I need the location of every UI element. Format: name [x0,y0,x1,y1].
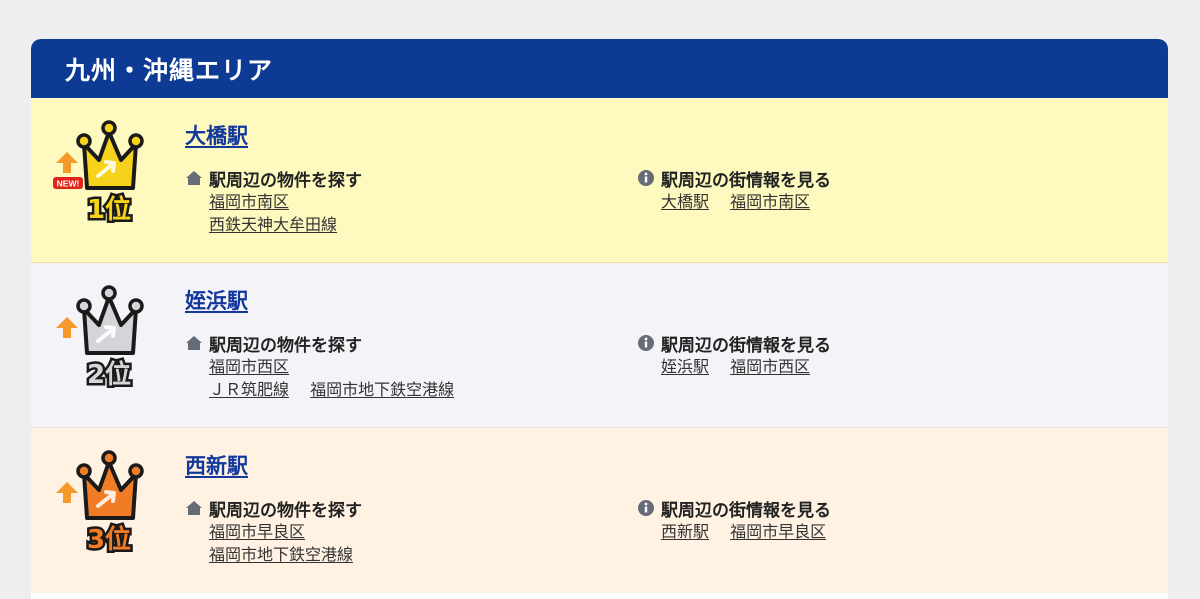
ranking-row-1: NEW! 1位 大橋駅 駅周辺の物件を探す 福岡市南区 西鉄天神大牟田線 駅周辺… [31,98,1168,263]
info-icon [637,499,655,517]
link-line: 大橋駅 福岡市南区 [661,190,831,213]
info-link-station[interactable]: 大橋駅 [661,192,709,211]
town-info-section: 駅周辺の街情報を見る 西新駅 福岡市早良区 [637,496,831,543]
search-properties-label: 駅周辺の物件を探す [209,335,362,356]
town-info-label: 駅周辺の街情報を見る [661,335,831,356]
info-link-ward[interactable]: 福岡市早良区 [730,522,826,541]
arrow-up-icon [56,482,78,503]
link-line: 西新駅 福岡市早良区 [661,520,831,543]
svg-text:NEW!: NEW! [57,179,80,189]
link-line: 福岡市早良区 [209,520,362,543]
house-icon [185,334,203,352]
property-link-fukuoka-nishi[interactable]: 福岡市西区 [209,357,289,376]
info-icon [637,169,655,187]
info-link-ward[interactable]: 福岡市南区 [730,192,810,211]
arrow-up-icon [56,152,78,173]
crown-icon [76,285,144,355]
search-properties-label: 駅周辺の物件を探す [209,500,362,521]
link-line: 福岡市西区 [209,355,454,378]
info-icon [637,334,655,352]
property-link-fukuoka-sawara[interactable]: 福岡市早良区 [209,522,305,541]
arrow-up-icon [56,317,78,338]
house-icon [185,169,203,187]
ranking-panel: 九州・沖縄エリア NEW! 1位 大橋駅 駅周辺の物件を探す 福岡市南区 西鉄天… [31,39,1168,599]
property-link-jr-chikuhi-line[interactable]: ＪＲ筑肥線 [209,380,289,399]
area-title: 九州・沖縄エリア [31,39,1168,98]
link-line: 西鉄天神大牟田線 [209,213,362,236]
crown-icon [76,450,144,520]
new-badge: NEW! [53,177,83,189]
station-link-meinohama[interactable]: 姪浜駅 [185,285,248,315]
town-info-label: 駅周辺の街情報を見る [661,500,831,521]
station-link-ohashi[interactable]: 大橋駅 [185,120,248,150]
rank-label: 2位 [87,359,131,390]
property-link-fukuoka-minami[interactable]: 福岡市南区 [209,192,289,211]
link-line: 福岡市南区 [209,190,362,213]
property-search-section: 駅周辺の物件を探す 福岡市西区 ＪＲ筑肥線 福岡市地下鉄空港線 [185,331,454,401]
ranking-row-2: 2位 姪浜駅 駅周辺の物件を探す 福岡市西区 ＪＲ筑肥線 福岡市地下鉄空港線 駅… [31,263,1168,428]
info-link-station[interactable]: 姪浜駅 [661,357,709,376]
link-line: 福岡市地下鉄空港線 [209,543,362,566]
property-link-nishitetsu-line[interactable]: 西鉄天神大牟田線 [209,215,337,234]
rank-badge-3: 3位 [51,448,163,558]
ranking-row-3: 3位 西新駅 駅周辺の物件を探す 福岡市早良区 福岡市地下鉄空港線 駅周辺の街情… [31,428,1168,593]
town-info-label: 駅周辺の街情報を見る [661,170,831,191]
link-line: 姪浜駅 福岡市西区 [661,355,831,378]
crown-icon [76,120,144,190]
property-search-section: 駅周辺の物件を探す 福岡市早良区 福岡市地下鉄空港線 [185,496,362,566]
search-properties-label: 駅周辺の物件を探す [209,170,362,191]
station-link-nishijin[interactable]: 西新駅 [185,450,248,480]
info-link-station[interactable]: 西新駅 [661,522,709,541]
property-link-subway-airport-line[interactable]: 福岡市地下鉄空港線 [209,545,353,564]
rank-badge-1: NEW! 1位 [51,118,163,228]
house-icon [185,499,203,517]
property-search-section: 駅周辺の物件を探す 福岡市南区 西鉄天神大牟田線 [185,166,362,236]
rank-label: 3位 [87,524,131,555]
info-link-ward[interactable]: 福岡市西区 [730,357,810,376]
rank-label: 1位 [87,194,131,225]
town-info-section: 駅周辺の街情報を見る 姪浜駅 福岡市西区 [637,331,831,378]
property-link-subway-airport-line[interactable]: 福岡市地下鉄空港線 [310,380,454,399]
link-line: ＪＲ筑肥線 福岡市地下鉄空港線 [209,378,454,401]
town-info-section: 駅周辺の街情報を見る 大橋駅 福岡市南区 [637,166,831,213]
rank-badge-2: 2位 [51,283,163,393]
